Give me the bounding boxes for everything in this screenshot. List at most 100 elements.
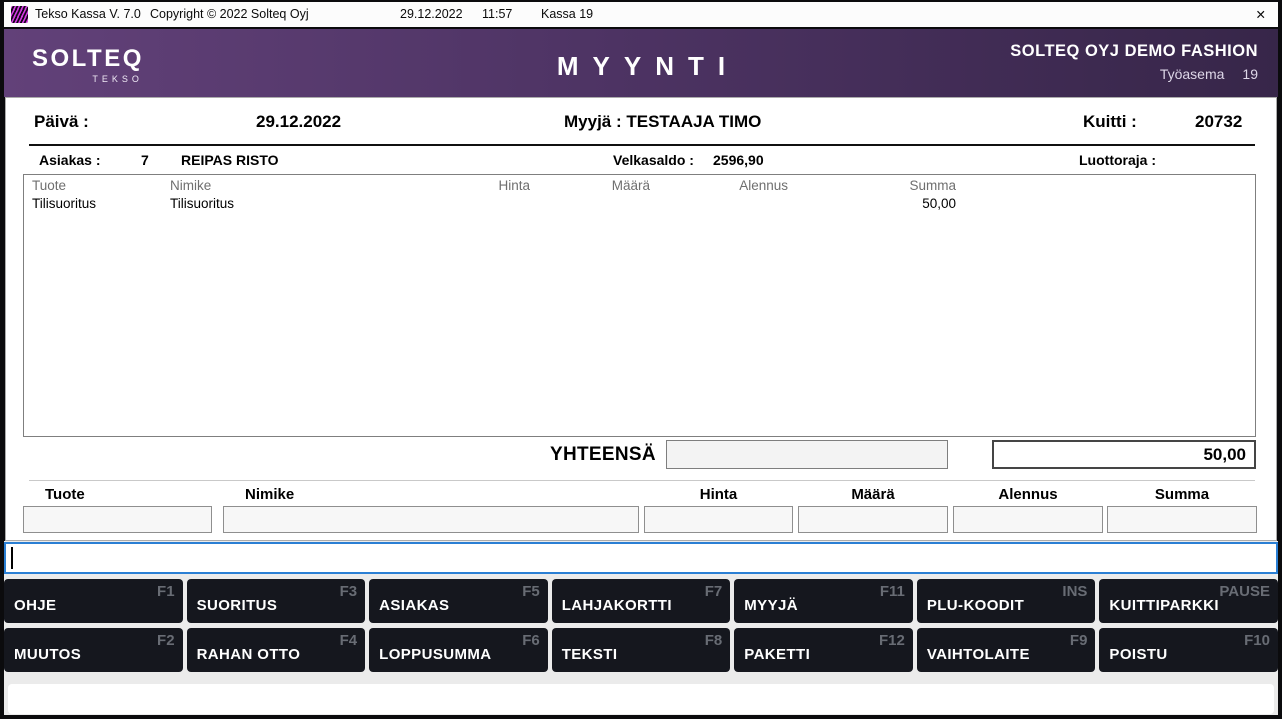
entry-field-hinta: Hinta (644, 486, 793, 533)
asiakas-hotkey: F5 (522, 583, 540, 600)
kuittiparkki-button-label: KUITTIPARKKI (1109, 597, 1219, 614)
seller-label-value: Myyjä : TESTAAJA TIMO (564, 112, 761, 132)
entry-field-tuote: Tuote (23, 486, 212, 533)
teksti-hotkey: F8 (705, 632, 723, 649)
entry-field-alennus: Alennus (953, 486, 1103, 533)
debt-balance-value: 2596,90 (713, 152, 764, 168)
copyright-text: Copyright © 2022 Solteq Oyj (150, 7, 309, 21)
lahjakortti-button-label: LAHJAKORTTI (562, 597, 672, 614)
close-icon[interactable]: ✕ (1256, 7, 1266, 22)
entry-field-summa: Summa (1107, 486, 1257, 533)
receipt-label: Kuitti : (1083, 112, 1137, 132)
entry-label-hinta: Hinta (644, 486, 793, 503)
column-header-summa: Summa (850, 178, 956, 193)
text-cursor (11, 547, 13, 569)
asiakas-button[interactable]: ASIAKAS F5 (369, 579, 548, 623)
hinta-input[interactable] (644, 506, 793, 533)
entry-field-nimike: Nimike (223, 486, 639, 533)
loppusumma-button-label: LOPPUSUMMA (379, 646, 491, 663)
paketti-button-label: PAKETTI (744, 646, 810, 663)
rahan-otto-hotkey: F4 (340, 632, 358, 649)
divider-line (29, 144, 1255, 146)
entry-field-maara: Määrä (798, 486, 948, 533)
muutos-button-label: MUUTOS (14, 646, 81, 663)
date-value: 29.12.2022 (256, 112, 341, 132)
app-title: Tekso Kassa V. 7.0 (35, 7, 141, 21)
muutos-hotkey: F2 (157, 632, 175, 649)
workstation-info: Työasema 19 (1010, 66, 1258, 82)
poistu-hotkey: F10 (1244, 632, 1270, 649)
teksti-button[interactable]: TEKSTI F8 (552, 628, 731, 672)
entry-label-alennus: Alennus (953, 486, 1103, 503)
lahjakortti-button[interactable]: LAHJAKORTTI F7 (552, 579, 731, 623)
ohje-button[interactable]: OHJE F1 (4, 579, 183, 623)
app-header: SOLTEQ TEKSO MYYNTI SOLTEQ OYJ DEMO FASH… (4, 29, 1278, 97)
command-input[interactable] (4, 542, 1278, 574)
plu-koodit-button-label: PLU-KOODIT (927, 597, 1024, 614)
ohje-hotkey: F1 (157, 583, 175, 600)
rahan-otto-button-label: RAHAN OTTO (197, 646, 301, 663)
store-info: SOLTEQ OYJ DEMO FASHION Työasema 19 (1010, 42, 1258, 82)
entry-label-nimike: Nimike (223, 486, 639, 503)
debt-balance-label: Velkasaldo : (613, 152, 694, 168)
title-bar: Tekso Kassa V. 7.0 Copyright © 2022 Solt… (4, 2, 1278, 27)
customer-number: 7 (141, 152, 149, 168)
app-window: Tekso Kassa V. 7.0 Copyright © 2022 Solt… (0, 0, 1282, 719)
paketti-hotkey: F12 (879, 632, 905, 649)
entry-label-summa: Summa (1107, 486, 1257, 503)
myyja-hotkey: F11 (880, 583, 905, 600)
date-label: Päivä : (34, 112, 89, 132)
total-amount: 50,00 (992, 440, 1256, 469)
entry-label-tuote: Tuote (23, 486, 212, 503)
summa-input[interactable] (1107, 506, 1257, 533)
store-name: SOLTEQ OYJ DEMO FASHION (1010, 42, 1258, 61)
maara-input[interactable] (798, 506, 948, 533)
kuittiparkki-button[interactable]: KUITTIPARKKI PAUSE (1099, 579, 1278, 623)
total-entry-field[interactable] (666, 440, 948, 469)
receipt-number: 20732 (1195, 112, 1242, 132)
myyja-button[interactable]: MYYJÄ F11 (734, 579, 913, 623)
customer-label: Asiakas : (39, 152, 100, 168)
plu-koodit-hotkey: INS (1062, 583, 1087, 600)
poistu-button[interactable]: POISTU F10 (1099, 628, 1278, 672)
kuittiparkki-hotkey: PAUSE (1219, 583, 1270, 600)
titlebar-time: 11:57 (482, 7, 512, 21)
column-header-nimike: Nimike (170, 178, 211, 193)
tuote-input[interactable] (23, 506, 212, 533)
items-table[interactable]: Tuote Nimike Hinta Määrä Alennus Summa T… (23, 174, 1256, 437)
status-strip (8, 684, 1274, 714)
rahan-otto-button[interactable]: RAHAN OTTO F4 (187, 628, 366, 672)
plu-koodit-button[interactable]: PLU-KOODIT INS (917, 579, 1096, 623)
sale-panel: Päivä : 29.12.2022 Myyjä : TESTAAJA TIMO… (5, 97, 1277, 541)
vaihtolaite-hotkey: F9 (1070, 632, 1088, 649)
lahjakortti-hotkey: F7 (705, 583, 723, 600)
workstation-label: Työasema (1160, 66, 1225, 82)
section-divider (29, 480, 1255, 481)
asiakas-button-label: ASIAKAS (379, 597, 449, 614)
suoritus-button-label: SUORITUS (197, 597, 278, 614)
teksti-button-label: TEKSTI (562, 646, 618, 663)
credit-limit-label: Luottoraja : (1079, 152, 1156, 168)
vaihtolaite-button[interactable]: VAIHTOLAITE F9 (917, 628, 1096, 672)
nimike-input[interactable] (223, 506, 639, 533)
ohje-button-label: OHJE (14, 597, 56, 614)
suoritus-button[interactable]: SUORITUS F3 (187, 579, 366, 623)
suoritus-hotkey: F3 (340, 583, 358, 600)
function-key-grid: OHJE F1 SUORITUS F3 ASIAKAS F5 LAHJAKORT… (4, 579, 1278, 672)
customer-name: REIPAS RISTO (181, 152, 279, 168)
row-cell-summa: 50,00 (850, 196, 956, 211)
app-icon (11, 6, 28, 23)
muutos-button[interactable]: MUUTOS F2 (4, 628, 183, 672)
total-label: YHTEENSÄ (550, 444, 656, 466)
myyja-button-label: MYYJÄ (744, 597, 798, 614)
loppusumma-hotkey: F6 (522, 632, 540, 649)
column-header-alennus: Alennus (682, 178, 788, 193)
alennus-input[interactable] (953, 506, 1103, 533)
loppusumma-button[interactable]: LOPPUSUMMA F6 (369, 628, 548, 672)
column-header-maara: Määrä (544, 178, 650, 193)
paketti-button[interactable]: PAKETTI F12 (734, 628, 913, 672)
column-header-hinta: Hinta (424, 178, 530, 193)
poistu-button-label: POISTU (1109, 646, 1167, 663)
entry-label-maara: Määrä (798, 486, 948, 503)
register-number: Kassa 19 (541, 7, 593, 21)
